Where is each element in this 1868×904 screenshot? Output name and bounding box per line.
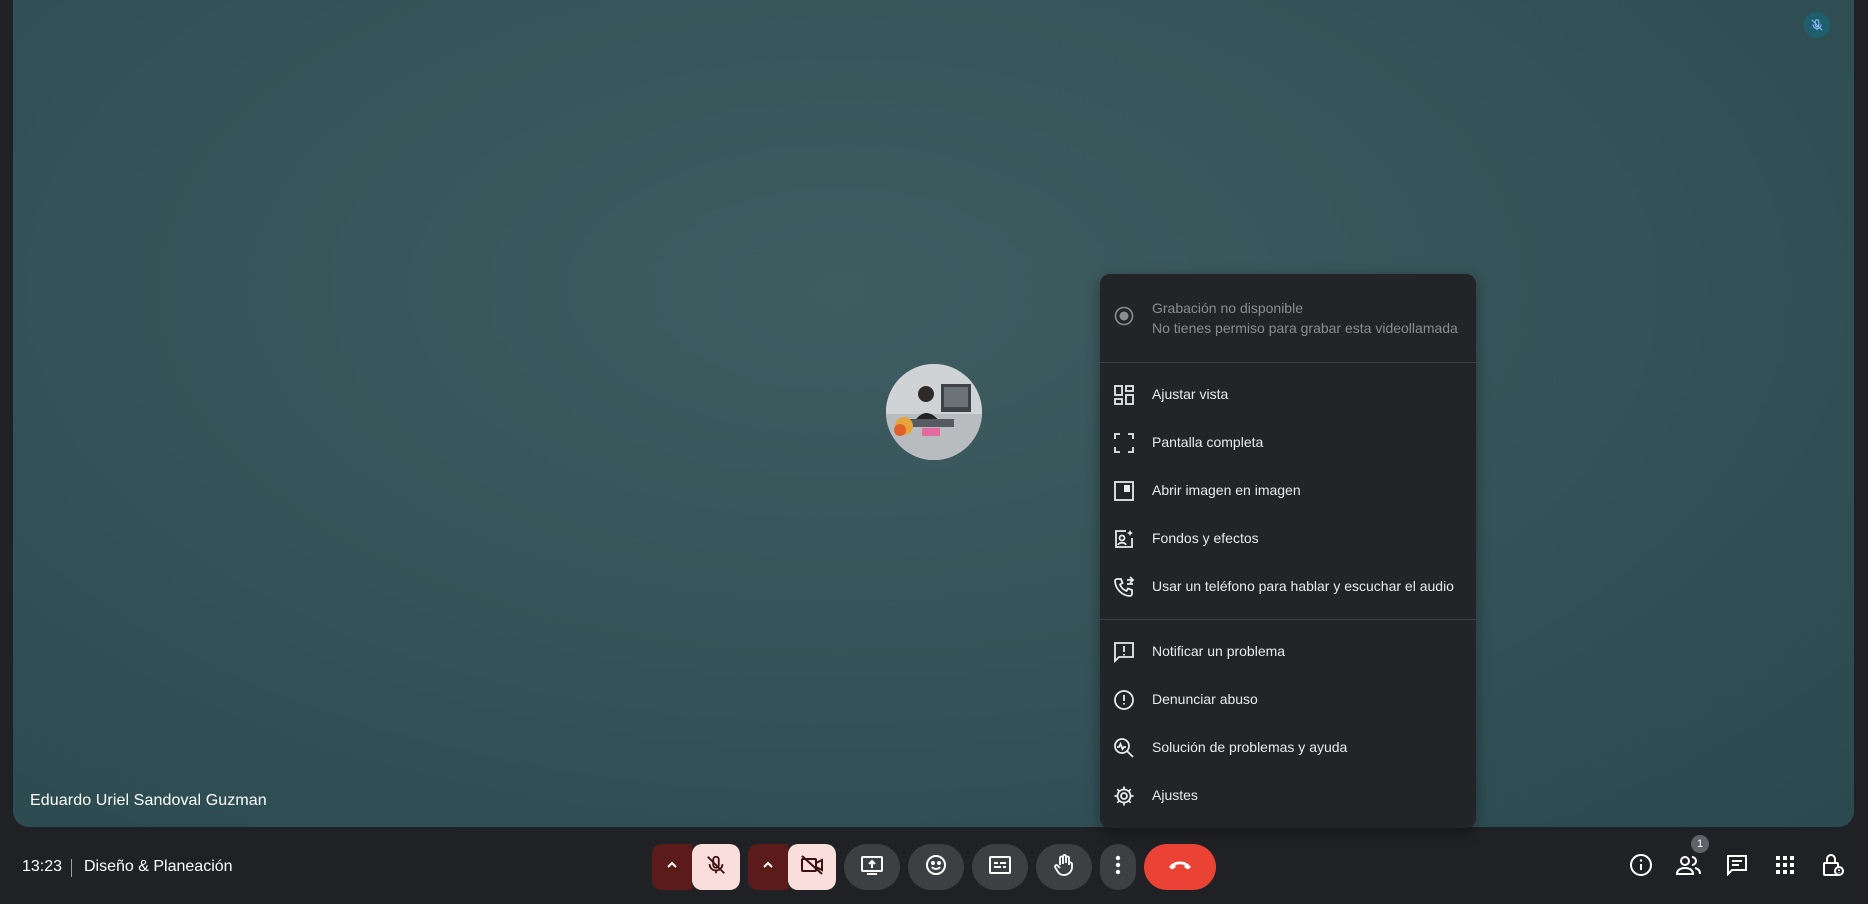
menu-item-label: Usar un teléfono para hablar y escuchar … <box>1152 578 1454 594</box>
menu-item-label: Notificar un problema <box>1152 643 1286 659</box>
menu-item-usar-telefono[interactable]: Usar un teléfono para hablar y escuchar … <box>1100 565 1476 609</box>
menu-item-notificar-problema[interactable]: Notificar un problema <box>1100 630 1476 674</box>
menu-item-label: Pantalla completa <box>1152 434 1264 450</box>
feedback-icon <box>1113 641 1135 664</box>
report-icon <box>1113 689 1135 711</box>
more-options-menu: Grabación no disponible No tienes permis… <box>1100 274 1476 828</box>
chat-icon <box>1726 854 1748 881</box>
recording-unavailable-item: Grabación no disponible No tienes permis… <box>1100 274 1476 362</box>
emoji-icon <box>925 854 947 881</box>
record-icon <box>1114 306 1134 331</box>
microphone-control-group <box>652 844 740 890</box>
people-count-badge: 1 <box>1691 835 1709 853</box>
menu-item-label: Ajustes <box>1152 787 1198 803</box>
captions-icon <box>989 855 1011 879</box>
activities-button[interactable] <box>1769 851 1801 883</box>
gear-icon <box>1113 785 1135 807</box>
menu-item-pantalla-completa[interactable]: Pantalla completa <box>1100 421 1476 465</box>
background-effects-icon <box>1113 528 1135 550</box>
apps-grid-icon <box>1775 855 1795 880</box>
info-icon <box>1629 853 1653 882</box>
audio-options-button[interactable] <box>652 844 692 890</box>
menu-item-ajustes[interactable]: Ajustes <box>1100 774 1476 818</box>
more-options-button[interactable] <box>1100 844 1136 890</box>
hand-icon <box>1053 853 1075 881</box>
menu-item-solucion-problemas[interactable]: Solución de problemas y ayuda <box>1100 726 1476 770</box>
reactions-button[interactable] <box>908 844 964 890</box>
chevron-up-icon <box>762 858 774 876</box>
video-options-button[interactable] <box>748 844 788 890</box>
meeting-title: Diseño & Planeación <box>84 858 233 875</box>
chevron-up-icon <box>666 858 678 876</box>
chat-button[interactable] <box>1721 851 1753 883</box>
mic-off-icon <box>705 854 727 881</box>
time-divider <box>71 859 72 877</box>
raise-hand-button[interactable] <box>1036 844 1092 890</box>
microphone-toggle-button[interactable] <box>692 844 740 890</box>
camera-control-group <box>748 844 836 890</box>
camera-toggle-button[interactable] <box>788 844 836 890</box>
menu-item-label: Ajustar vista <box>1152 386 1229 402</box>
recording-subtitle: No tienes permiso para grabar esta video… <box>1152 320 1458 336</box>
camera-off-icon <box>800 854 824 881</box>
people-icon <box>1675 854 1702 881</box>
menu-item-label: Fondos y efectos <box>1152 530 1259 546</box>
layout-icon <box>1113 384 1135 406</box>
lock-person-icon <box>1822 853 1844 882</box>
captions-button[interactable] <box>972 844 1028 890</box>
menu-divider <box>1100 619 1476 620</box>
bottom-control-bar: 13:23 Diseño & Planeación 1 <box>0 827 1868 904</box>
people-button[interactable] <box>1673 851 1705 883</box>
leave-call-button[interactable] <box>1144 844 1216 890</box>
phone-forward-icon <box>1113 576 1135 598</box>
video-stage: Eduardo Uriel Sandoval Guzman <box>13 0 1854 827</box>
present-screen-button[interactable] <box>844 844 900 890</box>
menu-item-picture-in-picture[interactable]: Abrir imagen en imagen <box>1100 469 1476 513</box>
picture-in-picture-icon <box>1113 480 1135 502</box>
menu-item-denunciar-abuso[interactable]: Denunciar abuso <box>1100 678 1476 722</box>
menu-item-ajustar-vista[interactable]: Ajustar vista <box>1100 373 1476 417</box>
current-time: 13:23 <box>22 858 63 875</box>
end-call-icon <box>1167 858 1193 876</box>
participant-name: Eduardo Uriel Sandoval Guzman <box>30 792 267 809</box>
menu-item-label: Denunciar abuso <box>1152 691 1258 707</box>
meeting-details-button[interactable] <box>1625 851 1657 883</box>
mic-off-icon <box>1804 12 1830 38</box>
menu-divider <box>1100 362 1476 363</box>
troubleshoot-icon <box>1113 737 1135 759</box>
menu-item-label: Abrir imagen en imagen <box>1152 482 1301 498</box>
menu-item-fondos-efectos[interactable]: Fondos y efectos <box>1100 517 1476 561</box>
participant-avatar <box>886 364 982 460</box>
recording-title: Grabación no disponible <box>1152 300 1303 316</box>
fullscreen-icon <box>1113 432 1135 454</box>
menu-item-label: Solución de problemas y ayuda <box>1152 739 1348 755</box>
present-screen-icon <box>861 855 883 880</box>
more-vert-icon <box>1115 855 1121 880</box>
host-controls-button[interactable] <box>1817 851 1849 883</box>
